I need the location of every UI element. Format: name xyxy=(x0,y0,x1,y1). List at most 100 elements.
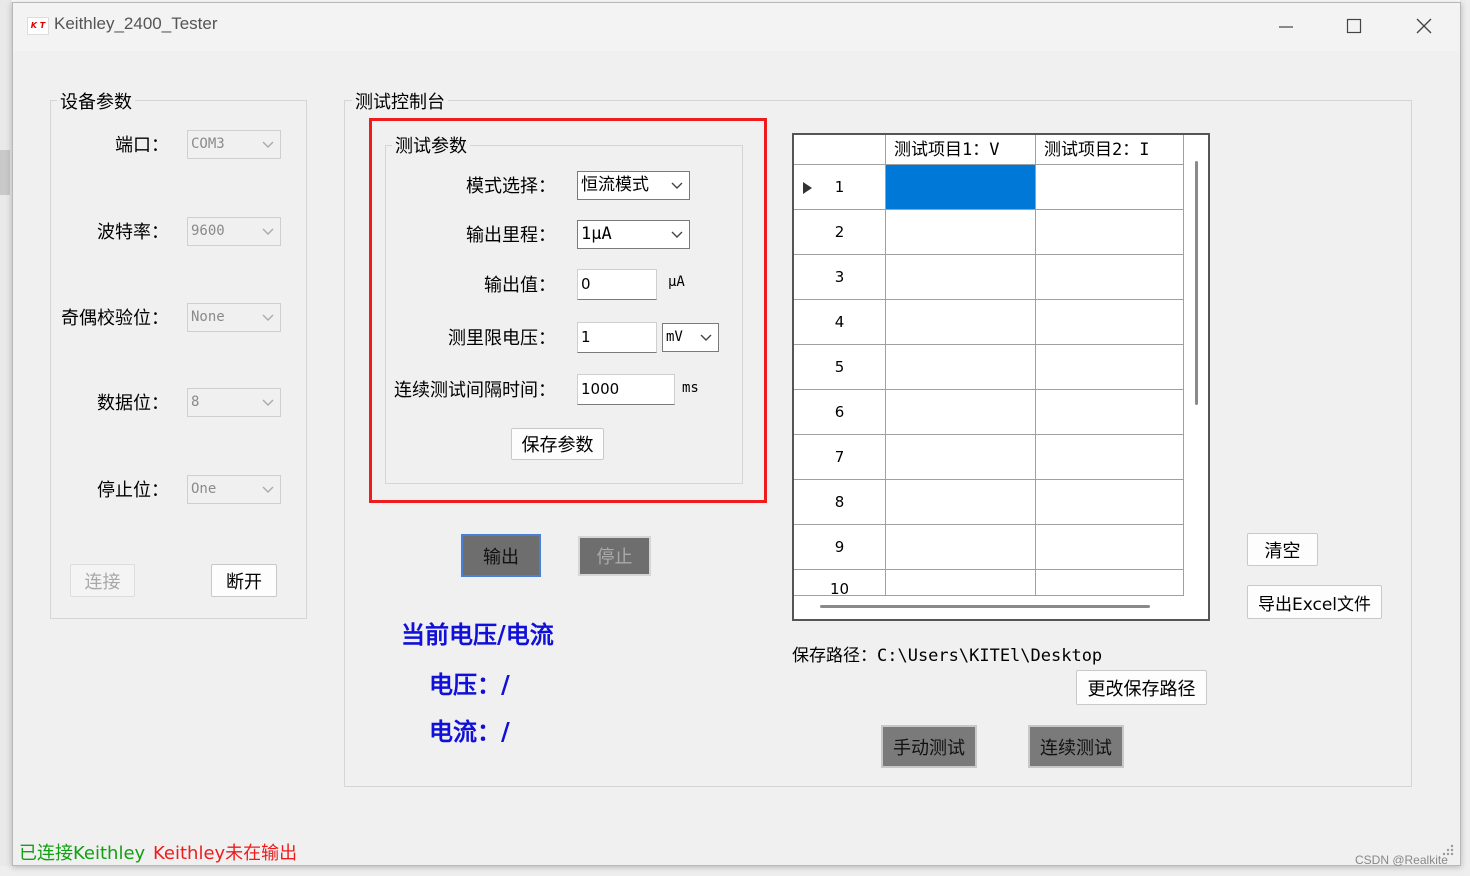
table-cell[interactable] xyxy=(1036,390,1184,435)
table-row-header[interactable]: 9 xyxy=(794,525,886,570)
port-select[interactable]: COM3 xyxy=(187,130,281,159)
chevron-down-icon xyxy=(262,399,274,406)
baud-value: 9600 xyxy=(191,223,225,239)
table-row-header[interactable]: 10 xyxy=(794,570,886,596)
parity-value: None xyxy=(191,309,225,325)
horizontal-scroll-thumb[interactable] xyxy=(820,605,1150,608)
chevron-down-icon xyxy=(700,334,712,341)
maximize-button[interactable] xyxy=(1331,11,1377,41)
limit-unit-value: mV xyxy=(666,329,683,345)
table-row-header[interactable]: 7 xyxy=(794,435,886,480)
limit-voltage-label: 测里限电压： xyxy=(448,328,556,349)
results-grid[interactable]: 测试项目1：V 测试项目2：I 1 2 3 4 5 6 7 8 9 10 xyxy=(792,133,1210,621)
row-number: 10 xyxy=(829,580,850,596)
chevron-down-icon xyxy=(262,141,274,148)
row-number: 6 xyxy=(834,403,845,421)
table-cell[interactable] xyxy=(1036,435,1184,480)
table-row-header[interactable]: 3 xyxy=(794,255,886,300)
stop-button[interactable]: 停止 xyxy=(578,536,651,576)
chevron-down-icon xyxy=(671,231,683,238)
table-row-header[interactable]: 4 xyxy=(794,300,886,345)
output-button[interactable]: 输出 xyxy=(461,534,541,577)
baud-label: 波特率： xyxy=(97,222,169,243)
mode-value: 恒流模式 xyxy=(581,175,649,195)
interval-unit: ms xyxy=(682,380,699,396)
connection-status: 已连接Keithley xyxy=(19,843,146,864)
table-cell[interactable] xyxy=(1036,210,1184,255)
test-params-title: 测试参数 xyxy=(392,132,470,158)
window-title: Keithley_2400_Tester xyxy=(54,14,218,33)
port-value: COM3 xyxy=(191,136,225,152)
range-value: 1μA xyxy=(581,224,612,244)
table-row-header[interactable]: 8 xyxy=(794,480,886,525)
table-cell[interactable] xyxy=(886,300,1036,345)
chevron-down-icon xyxy=(671,182,683,189)
minimize-button[interactable] xyxy=(1263,11,1309,41)
vertical-scrollbar[interactable] xyxy=(1184,135,1208,596)
device-params-group xyxy=(50,100,307,619)
table-cell[interactable] xyxy=(1036,525,1184,570)
row-number: 3 xyxy=(834,268,845,286)
table-row-header[interactable]: 5 xyxy=(794,345,886,390)
table-cell[interactable] xyxy=(886,435,1036,480)
range-select[interactable]: 1μA xyxy=(577,220,690,249)
output-value-input[interactable]: 0 xyxy=(577,269,657,300)
limit-voltage-input[interactable]: 1 xyxy=(577,322,657,353)
table-cell[interactable] xyxy=(886,480,1036,525)
table-cell[interactable] xyxy=(1036,570,1184,596)
title-bar[interactable]: K T Keithley_2400_Tester xyxy=(13,3,1460,51)
export-excel-button[interactable]: 导出Excel文件 xyxy=(1247,585,1382,619)
table-cell[interactable] xyxy=(886,210,1036,255)
port-label: 端口： xyxy=(115,135,169,156)
baud-select[interactable]: 9600 xyxy=(187,217,281,246)
chevron-down-icon xyxy=(262,228,274,235)
continuous-test-button[interactable]: 连续测试 xyxy=(1028,725,1124,768)
databits-select[interactable]: 8 xyxy=(187,388,281,417)
table-cell[interactable] xyxy=(886,345,1036,390)
background-left-block xyxy=(0,150,10,195)
chevron-down-icon xyxy=(262,314,274,321)
watermark: CSDN @Realkite xyxy=(1355,853,1448,867)
parity-select[interactable]: None xyxy=(187,303,281,332)
stopbits-select[interactable]: One xyxy=(187,475,281,504)
clear-button[interactable]: 清空 xyxy=(1247,533,1318,566)
table-cell[interactable] xyxy=(1036,345,1184,390)
horizontal-scrollbar[interactable] xyxy=(794,596,1208,619)
manual-test-button[interactable]: 手动测试 xyxy=(881,725,977,768)
table-cell[interactable] xyxy=(886,390,1036,435)
disconnect-button[interactable]: 断开 xyxy=(211,564,277,597)
table-cell[interactable] xyxy=(886,570,1036,596)
output-value-unit: μA xyxy=(668,274,685,290)
table-cell[interactable] xyxy=(886,165,1036,210)
app-icon: K T xyxy=(27,17,49,35)
table-row-header[interactable]: 6 xyxy=(794,390,886,435)
close-button[interactable] xyxy=(1401,11,1447,41)
limit-unit-select[interactable]: mV xyxy=(662,323,719,352)
vertical-scroll-thumb[interactable] xyxy=(1195,161,1198,405)
change-path-button[interactable]: 更改保存路径 xyxy=(1076,670,1207,705)
table-row-header[interactable]: 1 xyxy=(794,165,886,210)
table-cell[interactable] xyxy=(1036,480,1184,525)
save-params-button[interactable]: 保存参数 xyxy=(511,428,604,460)
current-readout-title: 当前电压/电流 xyxy=(401,620,554,649)
grid-column-header[interactable]: 测试项目2：I xyxy=(1036,135,1184,165)
table-row-header[interactable]: 2 xyxy=(794,210,886,255)
table-cell[interactable] xyxy=(886,255,1036,300)
voltage-readout: 电压：/ xyxy=(429,670,510,699)
close-icon xyxy=(1416,18,1432,34)
row-number: 9 xyxy=(834,538,845,556)
minimize-icon xyxy=(1279,26,1293,28)
connect-button[interactable]: 连接 xyxy=(70,564,135,597)
parity-label: 奇偶校验位： xyxy=(61,308,169,329)
table-cell[interactable] xyxy=(1036,255,1184,300)
row-number: 1 xyxy=(834,178,845,196)
interval-input[interactable]: 1000 xyxy=(577,374,675,405)
table-cell[interactable] xyxy=(886,525,1036,570)
databits-value: 8 xyxy=(191,394,200,410)
grid-column-header[interactable]: 测试项目1：V xyxy=(886,135,1036,165)
table-cell[interactable] xyxy=(1036,300,1184,345)
status-bar: 已连接Keithley Keithley未在输出 xyxy=(13,833,1460,865)
mode-select[interactable]: 恒流模式 xyxy=(577,171,690,200)
output-status: Keithley未在输出 xyxy=(153,843,298,864)
table-cell[interactable] xyxy=(1036,165,1184,210)
